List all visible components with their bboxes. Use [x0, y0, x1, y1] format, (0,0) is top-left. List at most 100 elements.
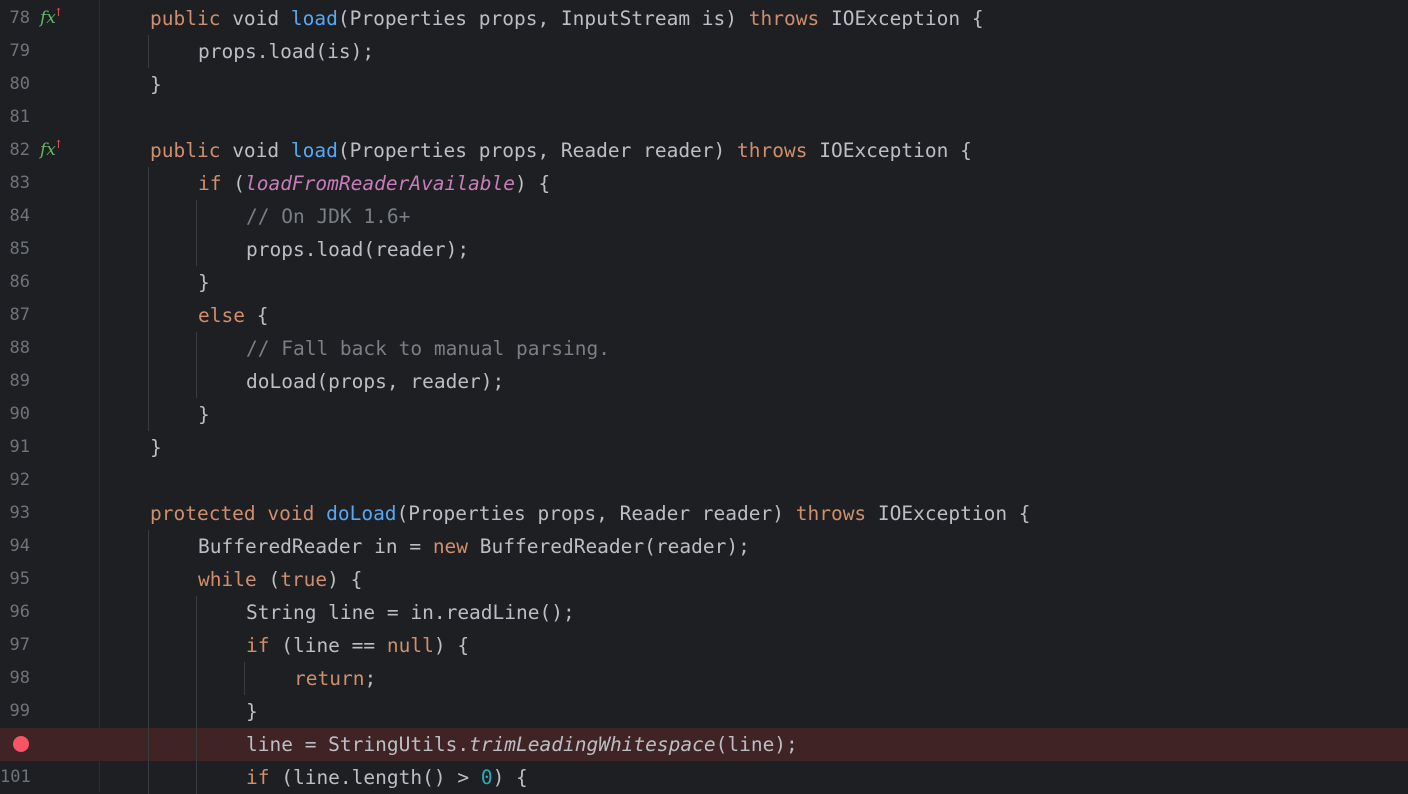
code-line[interactable]: 98 return; — [0, 662, 1408, 695]
line-number[interactable]: 80 — [0, 68, 30, 101]
code-token: ; — [364, 667, 377, 690]
line-number[interactable]: 91 — [0, 431, 30, 464]
code-text[interactable]: // Fall back to manual parsing. — [246, 332, 610, 365]
code-token: } — [246, 700, 258, 723]
code-token: protected — [150, 502, 268, 525]
code-line[interactable]: 89 doLoad(props, reader); — [0, 365, 1408, 398]
line-number[interactable]: 94 — [0, 530, 30, 563]
code-text[interactable]: else { — [198, 299, 268, 332]
code-line[interactable]: 99} — [0, 695, 1408, 728]
code-token: IOException { — [866, 502, 1031, 525]
fx-override-icon[interactable]: fx↑ — [40, 134, 65, 167]
code-line[interactable]: 79 props.load(is); — [0, 35, 1408, 68]
code-line[interactable]: 97 if (line == null) { — [0, 629, 1408, 662]
line-number[interactable]: 86 — [0, 266, 30, 299]
line-number[interactable]: 90 — [0, 398, 30, 431]
code-token: loadFromReaderAvailable — [244, 172, 515, 195]
code-text[interactable]: if (loadFromReaderAvailable) { — [198, 167, 550, 200]
code-line[interactable]: 94 BufferedReader in = new BufferedReader… — [0, 530, 1408, 563]
breakpoint-icon[interactable] — [13, 736, 29, 752]
indent-guide — [196, 332, 197, 398]
line-number[interactable]: 95 — [0, 563, 30, 596]
code-text[interactable]: while (true) { — [198, 563, 362, 596]
code-text[interactable]: props.load(reader); — [246, 233, 469, 266]
code-text[interactable]: } — [246, 695, 258, 728]
code-line[interactable]: 82 fx↑ public void load(Properties props, … — [0, 134, 1408, 167]
code-line[interactable]: 80} — [0, 68, 1408, 101]
code-token: (Properties props, InputStream is) — [337, 7, 749, 30]
code-line[interactable]: 81 — [0, 101, 1408, 134]
code-line[interactable]: 93 protected void doLoad(Properties props… — [0, 497, 1408, 530]
line-number[interactable]: 92 — [0, 464, 30, 497]
code-line[interactable]: 84 // On JDK 1.6+ — [0, 200, 1408, 233]
code-line[interactable]: 88 // Fall back to manual parsing. — [0, 332, 1408, 365]
line-number[interactable]: 78 — [0, 2, 30, 35]
line-number[interactable]: 87 — [0, 299, 30, 332]
code-token: } — [150, 436, 162, 459]
code-token: String line = in.readLine(); — [246, 601, 575, 624]
line-number[interactable]: 82 — [0, 134, 30, 167]
code-line[interactable]: 83 if (loadFromReaderAvailable) { — [0, 167, 1408, 200]
line-number[interactable]: 99 — [0, 695, 30, 728]
code-token: props.load(is); — [198, 40, 375, 63]
code-line[interactable]: 101 if (line.length() > 0) { — [0, 761, 1408, 794]
code-token: IOException { — [819, 7, 984, 30]
line-number[interactable]: 93 — [0, 497, 30, 530]
code-token: if — [246, 766, 270, 789]
code-text[interactable]: protected void doLoad(Properties props, … — [150, 497, 1031, 530]
code-text[interactable]: if (line.length() > 0) { — [246, 761, 528, 794]
code-token: ( — [221, 172, 245, 195]
code-line-breakpoint[interactable]: line = StringUtils.trimLeadingWhitespace… — [0, 728, 1408, 761]
code-line[interactable]: 91} — [0, 431, 1408, 464]
code-line[interactable]: 95 while (true) { — [0, 563, 1408, 596]
line-number[interactable]: 89 — [0, 365, 30, 398]
code-token: while — [198, 568, 257, 591]
line-number[interactable]: 98 — [0, 662, 30, 695]
code-token: ) { — [327, 568, 363, 591]
code-token: true — [280, 568, 328, 591]
indent-guide — [148, 35, 149, 68]
code-line[interactable]: 78 fx↑ public void load(Properties props, … — [0, 2, 1408, 35]
code-editor[interactable]: 78 fx↑ public void load(Properties props, … — [0, 0, 1408, 794]
code-text[interactable]: public void load(Properties props, Reade… — [150, 134, 972, 167]
code-line[interactable]: 90} — [0, 398, 1408, 431]
code-token: doLoad(props, reader); — [246, 370, 505, 393]
fx-override-icon[interactable]: fx↑ — [40, 2, 65, 35]
code-line[interactable]: 87 else { — [0, 299, 1408, 332]
code-line[interactable]: 96 String line = in.readLine(); — [0, 596, 1408, 629]
line-number[interactable]: 79 — [0, 35, 30, 68]
code-text[interactable]: if (line == null) { — [246, 629, 469, 662]
line-number[interactable]: 96 — [0, 596, 30, 629]
code-text[interactable]: } — [150, 68, 162, 101]
code-line[interactable]: 85 props.load(reader); — [0, 233, 1408, 266]
code-token: (line.length() > — [269, 766, 481, 789]
code-text[interactable]: doLoad(props, reader); — [246, 365, 504, 398]
code-line[interactable]: 86} — [0, 266, 1408, 299]
code-text[interactable]: public void load(Properties props, Input… — [150, 2, 984, 35]
code-line[interactable]: 92 — [0, 464, 1408, 497]
code-text[interactable]: return; — [294, 662, 376, 695]
line-number[interactable]: 81 — [0, 101, 30, 134]
code-token: void — [267, 502, 327, 525]
code-token: 0 — [480, 766, 493, 789]
code-text[interactable]: } — [198, 266, 210, 299]
code-text[interactable]: String line = in.readLine(); — [246, 596, 575, 629]
code-text[interactable]: // On JDK 1.6+ — [246, 200, 410, 233]
line-number[interactable]: 97 — [0, 629, 30, 662]
code-text[interactable]: BufferedReader in = new BufferedReader(r… — [198, 530, 750, 563]
line-number[interactable]: 101 — [0, 761, 31, 794]
code-token: throws — [748, 7, 820, 30]
code-text[interactable]: props.load(is); — [198, 35, 374, 68]
line-number[interactable]: 88 — [0, 332, 30, 365]
code-token: throws — [737, 139, 808, 162]
code-text[interactable]: } — [150, 431, 162, 464]
line-number[interactable]: 85 — [0, 233, 30, 266]
line-number[interactable]: 83 — [0, 167, 30, 200]
code-text[interactable]: } — [198, 398, 210, 431]
code-text[interactable]: line = StringUtils.trimLeadingWhitespace… — [246, 728, 798, 761]
code-token: { — [244, 304, 269, 327]
code-token: doLoad — [326, 502, 397, 525]
code-token: (line); — [715, 733, 798, 756]
code-token: // On JDK 1.6+ — [246, 205, 411, 228]
line-number[interactable]: 84 — [0, 200, 30, 233]
